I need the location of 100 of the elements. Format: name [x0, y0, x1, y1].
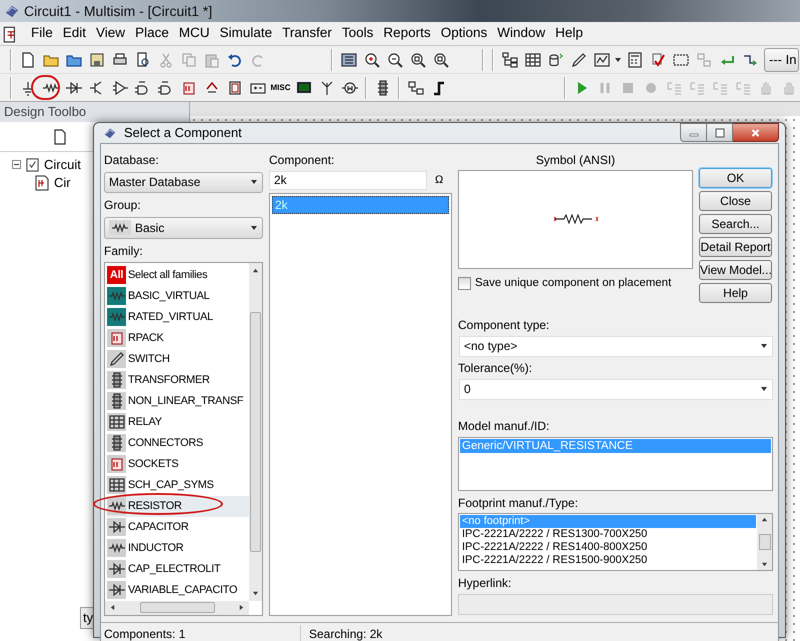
new-document-icon[interactable] [52, 128, 68, 144]
dialog-title: Select a Component [124, 124, 242, 142]
menu-item[interactable]: Help [550, 23, 588, 44]
scrollbar[interactable] [105, 600, 249, 614]
family-icon [107, 287, 126, 305]
menu-item[interactable]: Options [436, 23, 492, 44]
menu-item[interactable]: Window [492, 23, 550, 44]
caret-icon[interactable] [760, 342, 768, 350]
family-icon [107, 392, 126, 410]
scrollbar[interactable] [249, 262, 262, 600]
family-item[interactable]: SCH_CAP_SYMS [107, 474, 249, 496]
list-item[interactable]: IPC-2221A/2222 / RES1400-800X250 [460, 540, 756, 554]
dialog-button[interactable]: View Model... [699, 260, 772, 280]
tree-item[interactable]: Circuit [44, 154, 81, 174]
menu-item[interactable]: Simulate [214, 23, 278, 44]
family-item[interactable]: All Select all families [107, 264, 249, 286]
menu-item[interactable]: Reports [378, 23, 436, 44]
family-icon [107, 308, 126, 326]
caret-icon[interactable] [760, 385, 768, 393]
family-item[interactable]: CAP_ELECTROLIT [107, 558, 249, 580]
family-item[interactable]: SWITCH [107, 348, 249, 370]
dialog-button[interactable]: OK [699, 168, 772, 188]
scroll-down-icon[interactable] [761, 560, 768, 568]
close-icon [750, 128, 761, 138]
scrollbar[interactable] [757, 514, 772, 570]
menu-item[interactable]: MCU [174, 23, 215, 44]
status-text: Components: 1 [101, 625, 301, 641]
family-item[interactable]: SOCKETS [107, 454, 249, 474]
dialog-button[interactable]: Search... [699, 214, 772, 234]
caret-icon[interactable] [250, 178, 258, 186]
list-item[interactable]: IPC-2221A/2222 / RES1300-700X250 [460, 528, 756, 540]
group-select[interactable]: Basic [104, 216, 263, 238]
ohm-symbol: Ω [435, 172, 444, 188]
family-icon [107, 518, 126, 536]
family-icon [107, 497, 126, 515]
dialog-button[interactable]: Detail Report [699, 236, 772, 256]
family-item[interactable]: BASIC_VIRTUAL [107, 286, 249, 306]
field-label: Hyperlink: [458, 574, 512, 590]
family-item[interactable]: RPACK [107, 328, 249, 348]
menu-item[interactable]: Tools [336, 23, 378, 44]
misc-button[interactable]: MISC [269, 76, 292, 100]
menu-item[interactable]: View [91, 23, 130, 44]
scroll-right-icon[interactable] [238, 604, 245, 611]
family-item[interactable]: CONNECTORS [107, 432, 249, 454]
combo-box[interactable]: --- In [764, 48, 800, 72]
field-label: Group: [104, 196, 142, 212]
menu-item[interactable]: Place [130, 23, 174, 44]
resistor-icon [109, 220, 131, 235]
field-label: Database: [104, 152, 160, 168]
family-icon [107, 455, 126, 473]
family-item[interactable]: RESISTOR [107, 496, 249, 516]
component-type-select[interactable]: <no type> [459, 336, 773, 356]
tolerance-select[interactable]: 0 [459, 378, 773, 400]
minimize-button[interactable] [680, 123, 707, 142]
caret-icon[interactable] [613, 56, 623, 64]
family-icon [107, 434, 126, 452]
list-item[interactable]: IPC-2221A/2222 / RES1500-900X250 [460, 554, 756, 566]
family-item[interactable]: TRANSFORMER [107, 370, 249, 390]
window-title: Circuit1 - Multisim - [Circuit1 *] [24, 2, 212, 21]
scroll-up-icon[interactable] [761, 516, 768, 522]
checkbox-label: Save unique component on placement [475, 276, 672, 290]
field-label: Tolerance(%): [458, 360, 534, 376]
family-icon [107, 371, 126, 389]
family-item[interactable]: CAPACITOR [107, 516, 249, 538]
checkbox[interactable] [458, 276, 471, 290]
maximize-button[interactable] [707, 123, 733, 142]
menu-item[interactable]: Transfer [277, 23, 337, 44]
all-badge: All [107, 266, 126, 284]
family-icon [107, 476, 126, 494]
family-item[interactable]: RATED_VIRTUAL [107, 306, 249, 328]
checklist-icon [25, 157, 40, 172]
caret-icon[interactable] [250, 224, 258, 232]
tree-item[interactable]: Cir [54, 173, 71, 193]
close-button[interactable] [733, 123, 779, 142]
schematic-icon [34, 175, 50, 191]
field-label: Component type: [458, 316, 550, 332]
field-label: Model manuf./ID: [458, 418, 550, 434]
family-item[interactable]: RELAY [107, 412, 249, 432]
family-icon [107, 539, 126, 557]
field-label: Family: [104, 242, 144, 258]
family-item[interactable]: NON_LINEAR_TRANSF [107, 390, 249, 412]
resistor-symbol-drawing [552, 214, 598, 224]
component-field[interactable]: 2k [269, 170, 427, 190]
family-icon [107, 413, 126, 431]
scroll-down-icon[interactable] [252, 590, 259, 596]
hyperlink-field[interactable] [458, 594, 773, 614]
dialog-button[interactable]: Close [699, 190, 772, 210]
menu-item[interactable]: File [26, 23, 58, 44]
scroll-up-icon[interactable] [252, 266, 259, 274]
family-item[interactable]: VARIABLE_CAPACITO [107, 580, 249, 600]
status-text: Searching: 2k [308, 626, 382, 641]
dialog-button[interactable]: Help [699, 282, 772, 302]
field-label: Component: [269, 152, 336, 168]
panel-header: Design Toolbo [0, 102, 189, 122]
collapse-icon[interactable] [12, 160, 21, 169]
database-select[interactable]: Master Database [104, 172, 263, 192]
scroll-left-icon[interactable] [109, 604, 116, 611]
family-item[interactable]: INDUCTOR [107, 538, 249, 558]
menu-item[interactable]: Edit [58, 23, 92, 44]
family-icon [107, 350, 126, 368]
